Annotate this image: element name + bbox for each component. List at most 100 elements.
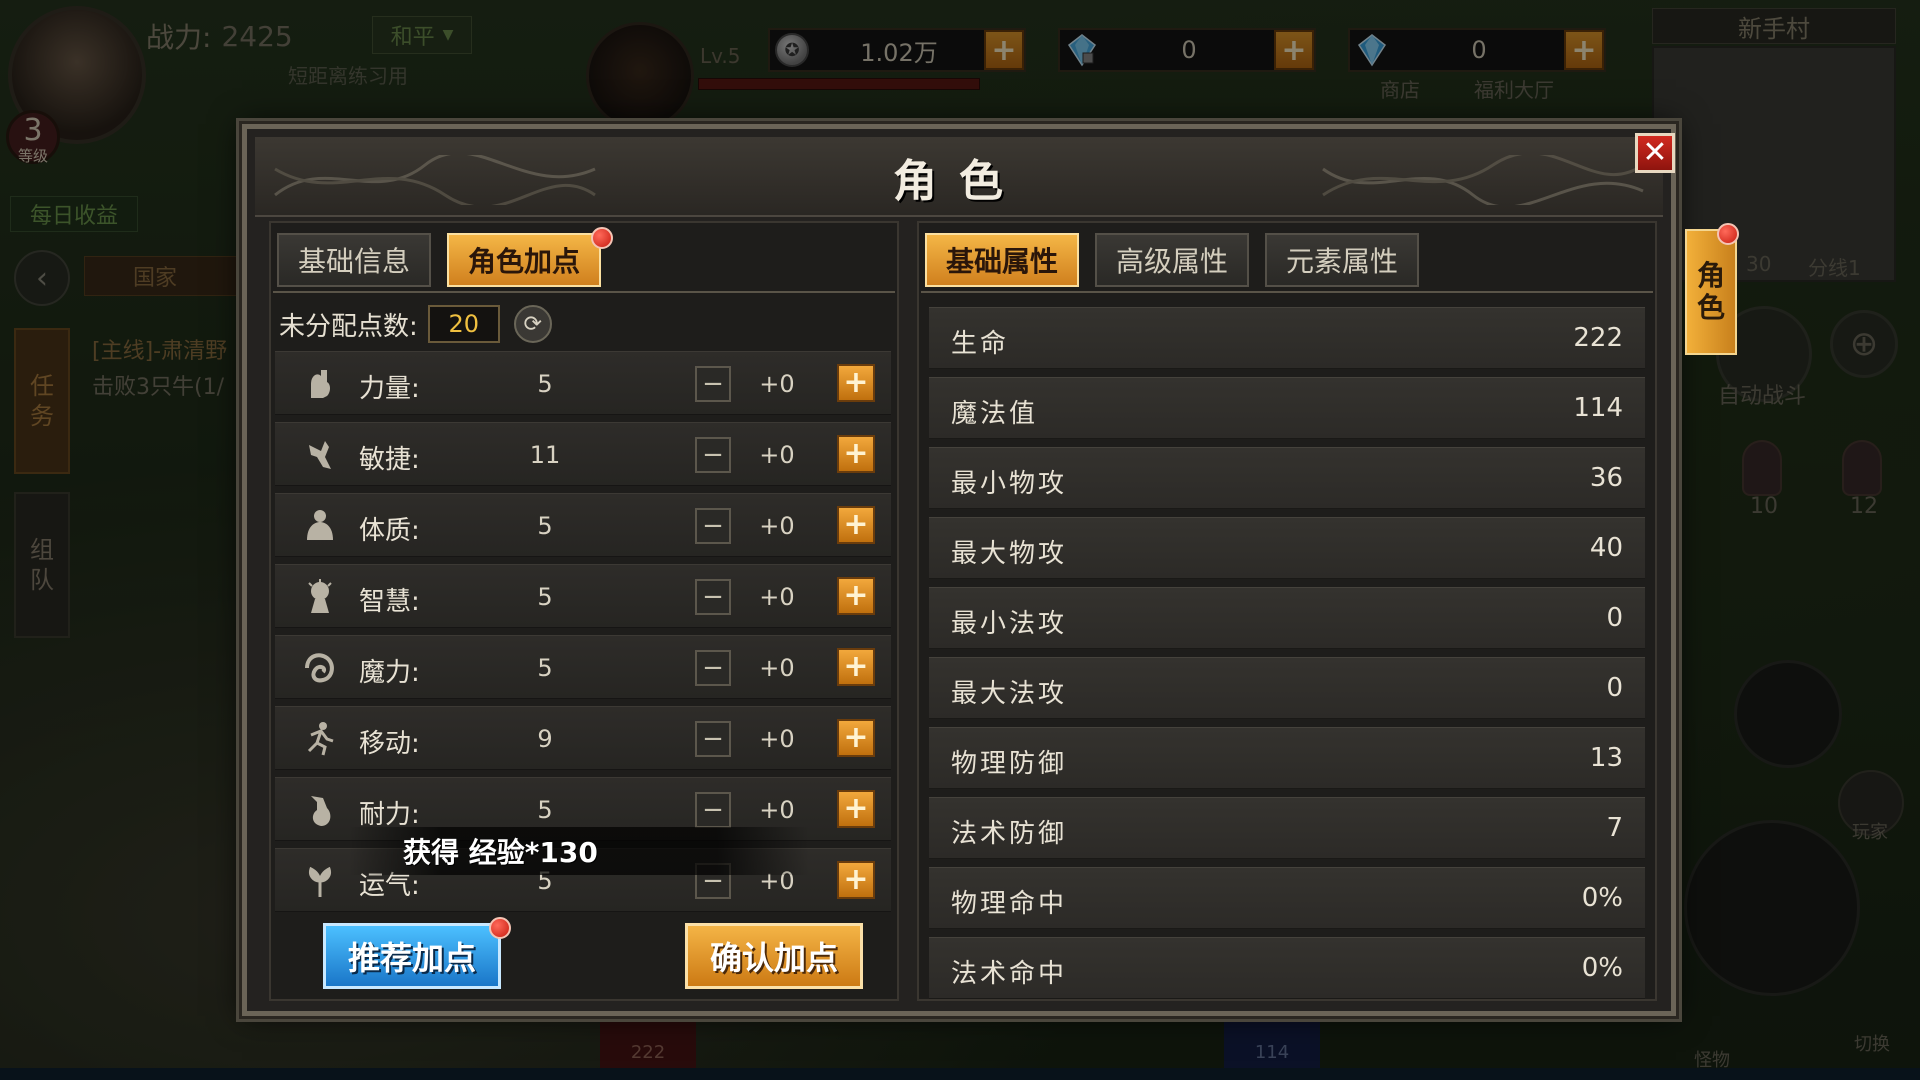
confirm-points-label: 确认加点	[709, 939, 838, 977]
stat-row-movement: 移动: 9 − +0 +	[275, 706, 891, 770]
attribute-value: 0%	[1581, 883, 1623, 913]
decrease-button[interactable]: −	[695, 366, 731, 402]
luck-icon	[309, 866, 331, 897]
attribute-row: 物理命中 0%	[929, 867, 1645, 929]
decrease-button[interactable]: −	[695, 437, 731, 473]
decrease-button[interactable]: −	[695, 721, 731, 757]
increase-button[interactable]: +	[837, 648, 875, 686]
decrease-button[interactable]: −	[695, 792, 731, 828]
attribute-value: 13	[1589, 743, 1623, 773]
attribute-name: 物理防御	[951, 749, 1068, 779]
attribute-name: 魔法值	[951, 399, 1039, 429]
increase-button[interactable]: +	[837, 506, 875, 544]
side-tab-character-label: 角色	[1696, 259, 1725, 324]
dialog-header: 角色	[255, 137, 1663, 217]
attribute-row: 法术命中 0%	[929, 937, 1645, 999]
stat-added: +0	[759, 370, 795, 398]
stat-label: 体质:	[359, 516, 420, 546]
character-dialog: 角色 ✕ 基础信息 角色加点 未分配点数: 20 ⟳ 力量: 5 − +0 +	[242, 124, 1739, 1016]
stat-row-wisdom: 智慧: 5 − +0 +	[275, 564, 891, 628]
attribute-value: 7	[1606, 813, 1623, 843]
attribute-name: 物理命中	[951, 889, 1068, 919]
attribute-row: 生命 222	[929, 307, 1645, 369]
stat-label: 耐力:	[359, 800, 420, 830]
stat-added: +0	[759, 796, 795, 824]
attribute-name: 最大法攻	[951, 679, 1068, 709]
attribute-value: 222	[1573, 323, 1623, 353]
tab-stat-points[interactable]: 角色加点	[447, 233, 601, 287]
attribute-value: 0	[1606, 673, 1623, 703]
increase-button[interactable]: +	[837, 719, 875, 757]
stat-label: 敏捷:	[359, 445, 420, 475]
tab-basic-attributes-label: 基础属性	[945, 245, 1058, 278]
notification-dot	[1717, 223, 1739, 245]
stat-added: +0	[759, 654, 795, 682]
attribute-row: 物理防御 13	[929, 727, 1645, 789]
confirm-points-button[interactable]: 确认加点	[685, 923, 863, 989]
close-icon: ✕	[1642, 135, 1668, 170]
attribute-name: 最小物攻	[951, 469, 1068, 499]
exp-gain-toast: 获得 经验*130	[349, 827, 809, 875]
refresh-icon: ⟳	[523, 311, 542, 337]
attribute-row: 最大法攻 0	[929, 657, 1645, 719]
agility-icon	[309, 441, 331, 469]
stat-row-strength: 力量: 5 − +0 +	[275, 351, 891, 415]
wisdom-icon	[308, 579, 332, 613]
stat-value: 5	[537, 370, 553, 398]
attribute-name: 法术防御	[951, 819, 1068, 849]
stat-label: 智慧:	[359, 587, 420, 617]
attribute-row: 最小物攻 36	[929, 447, 1645, 509]
magic-icon	[305, 653, 334, 683]
stat-value: 11	[529, 441, 561, 469]
tab-advanced-attributes[interactable]: 高级属性	[1095, 233, 1249, 287]
attribute-name: 最大物攻	[951, 539, 1068, 569]
decrease-button[interactable]: −	[695, 508, 731, 544]
reset-points-button[interactable]: ⟳	[513, 305, 552, 343]
tab-basic-attributes[interactable]: 基础属性	[925, 233, 1079, 287]
recommend-points-label: 推荐加点	[347, 939, 476, 977]
attribute-value: 114	[1573, 393, 1623, 423]
unallocated-label: 未分配点数:	[279, 311, 418, 342]
stat-value: 5	[537, 654, 553, 682]
recommend-points-button[interactable]: 推荐加点	[323, 923, 501, 989]
stat-added: +0	[759, 441, 795, 469]
movement-icon	[307, 722, 334, 756]
attribute-row: 最大物攻 40	[929, 517, 1645, 579]
decrease-button[interactable]: −	[695, 579, 731, 615]
tab-divider	[273, 291, 895, 293]
stat-value: 5	[537, 583, 553, 611]
tab-element-attributes[interactable]: 元素属性	[1265, 233, 1419, 287]
tab-stat-points-label: 角色加点	[467, 245, 580, 278]
attributes-panel: 基础属性 高级属性 元素属性 生命 222 魔法值 114 最小物攻 36 最大…	[917, 221, 1657, 1001]
stat-row-magic: 魔力: 5 − +0 +	[275, 635, 891, 699]
stat-allocation-panel: 基础信息 角色加点 未分配点数: 20 ⟳ 力量: 5 − +0 + 敏捷: 1…	[269, 221, 899, 1001]
increase-button[interactable]: +	[837, 577, 875, 615]
attribute-value: 36	[1589, 463, 1623, 493]
increase-button[interactable]: +	[837, 861, 875, 899]
attribute-name: 法术命中	[951, 959, 1068, 989]
unallocated-value: 20	[427, 305, 500, 343]
tab-divider	[921, 291, 1653, 293]
tab-basic-info-label: 基础信息	[297, 245, 410, 278]
stamina-icon	[311, 796, 331, 826]
increase-button[interactable]: +	[837, 364, 875, 402]
stat-value: 9	[537, 725, 553, 753]
stat-label: 力量:	[359, 374, 420, 404]
tab-element-attributes-label: 元素属性	[1285, 245, 1398, 278]
close-button[interactable]: ✕	[1635, 133, 1675, 173]
strength-icon	[311, 370, 330, 398]
notification-dot	[489, 917, 511, 939]
tab-basic-info[interactable]: 基础信息	[277, 233, 431, 287]
dialog-title: 角色	[893, 156, 1025, 207]
attribute-row: 法术防御 7	[929, 797, 1645, 859]
increase-button[interactable]: +	[837, 790, 875, 828]
unallocated-points: 未分配点数: 20 ⟳	[279, 299, 552, 349]
stat-value: 5	[537, 796, 553, 824]
attribute-value: 0	[1606, 603, 1623, 633]
stat-added: +0	[759, 725, 795, 753]
increase-button[interactable]: +	[837, 435, 875, 473]
side-tab-character[interactable]: 角色	[1685, 229, 1737, 355]
decrease-button[interactable]: −	[695, 650, 731, 686]
attribute-name: 生命	[951, 329, 1010, 359]
tab-advanced-attributes-label: 高级属性	[1115, 245, 1228, 278]
